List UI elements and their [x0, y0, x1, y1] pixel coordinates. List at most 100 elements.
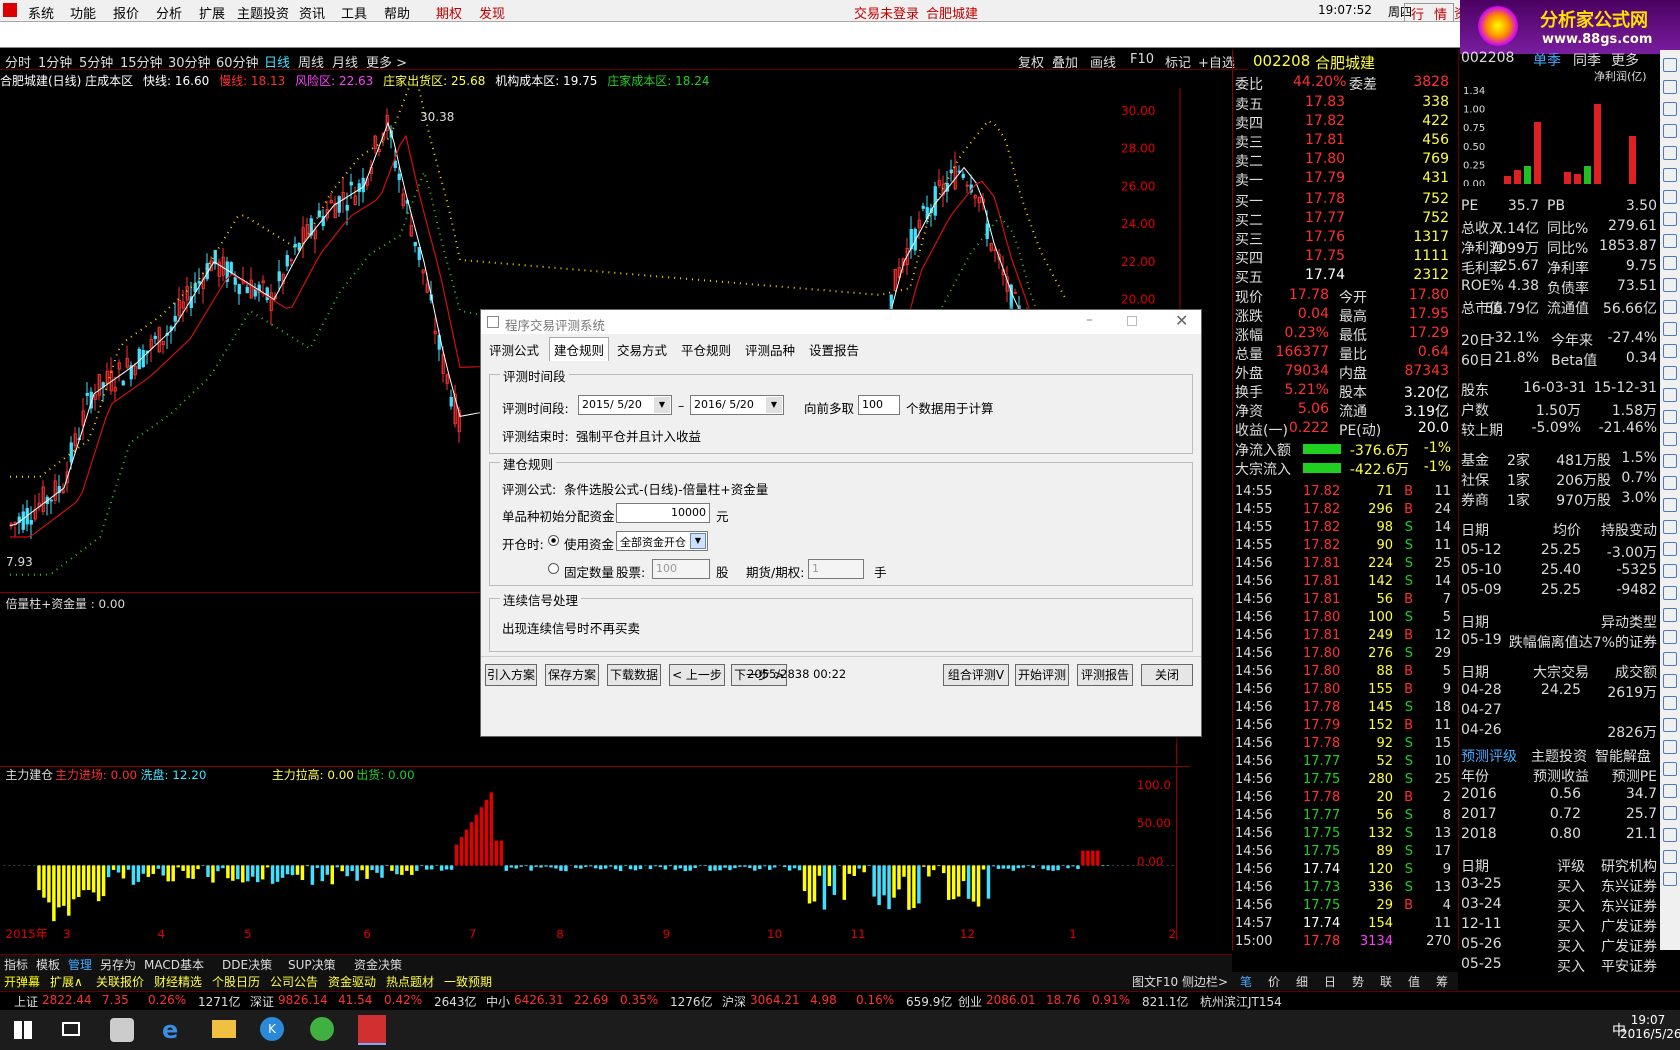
- sidebar-tool-icon[interactable]: [1663, 850, 1677, 864]
- dialog-tab-2[interactable]: 交易方式: [613, 340, 671, 359]
- menu-analysis[interactable]: 分析: [156, 3, 182, 22]
- fin-tab[interactable]: 更多: [1611, 50, 1639, 70]
- indicator-tab[interactable]: 管理: [68, 956, 92, 973]
- f10-tab[interactable]: 图文F10: [1132, 973, 1178, 990]
- dialog-tab-4[interactable]: 评测品种: [741, 340, 799, 359]
- task-view-icon[interactable]: [62, 1022, 80, 1036]
- app-icon[interactable]: [3, 3, 17, 17]
- sidebar-tool-icon[interactable]: [1663, 828, 1677, 842]
- k-app-icon[interactable]: K: [260, 1017, 284, 1041]
- browser-icon[interactable]: [310, 1017, 334, 1041]
- dialog-tab-0[interactable]: 评测公式: [485, 340, 543, 359]
- menu-news[interactable]: 资讯: [299, 3, 325, 22]
- dialog-titlebar[interactable]: 程序交易评测系统 – ✕: [481, 310, 1201, 334]
- right-tab[interactable]: 价: [1268, 973, 1280, 990]
- sidebar-tool-icon[interactable]: [1663, 102, 1677, 116]
- fixed-qty-radio[interactable]: [548, 563, 559, 574]
- sidebar-tool-icon[interactable]: [1663, 872, 1677, 886]
- maximize-icon[interactable]: [1127, 316, 1137, 326]
- sidebar-tool-icon[interactable]: [1663, 168, 1677, 182]
- side-toolbar[interactable]: [1660, 50, 1680, 950]
- sidebar-tool-icon[interactable]: [1663, 806, 1677, 820]
- index-name[interactable]: 上证: [14, 993, 38, 1010]
- fin-tab[interactable]: 单季: [1533, 50, 1561, 70]
- right-tab[interactable]: 筹: [1436, 973, 1448, 990]
- period-tab[interactable]: 5分钟: [79, 52, 113, 71]
- period-tab[interactable]: 1分钟: [38, 52, 72, 71]
- close-icon[interactable]: ✕: [1175, 311, 1188, 330]
- file-explorer-icon[interactable]: [212, 1020, 236, 1038]
- sidebar-tool-icon[interactable]: [1663, 300, 1677, 314]
- sidebar-tool-icon[interactable]: [1663, 476, 1677, 490]
- stock-qty-input[interactable]: 100: [652, 559, 710, 579]
- indicator-tab[interactable]: 另存为: [100, 956, 136, 973]
- sidebar-tool-icon[interactable]: [1663, 322, 1677, 336]
- sidebar-tool-icon[interactable]: [1663, 212, 1677, 226]
- index-name[interactable]: 沪深: [722, 993, 746, 1010]
- dropdown-arrow-icon[interactable]: ▼: [766, 397, 782, 413]
- sidebar-tool-icon[interactable]: [1663, 542, 1677, 556]
- sidebar-tool-icon[interactable]: [1663, 608, 1677, 622]
- menu-options[interactable]: 期权: [436, 3, 462, 22]
- use-funds-radio[interactable]: [548, 535, 559, 546]
- tool-mark[interactable]: 标记: [1165, 52, 1191, 71]
- menu-help[interactable]: 帮助: [384, 3, 410, 22]
- menu-function[interactable]: 功能: [70, 3, 96, 22]
- indicator-tab[interactable]: 指标: [4, 956, 28, 973]
- period-tab[interactable]: 分时: [5, 52, 31, 71]
- function-tab[interactable]: 资金驱动: [328, 973, 376, 990]
- right-tab[interactable]: 日: [1324, 973, 1336, 990]
- fin-cell[interactable]: 智能解盘: [1595, 746, 1651, 766]
- main-force-subchart[interactable]: 主力建仓 主力进场: 0.00 洗盘: 12.20 主力拉高: 0.00 出货:…: [0, 766, 1190, 940]
- menu-tools[interactable]: 工具: [341, 3, 367, 22]
- sidebar-tool-icon[interactable]: [1663, 718, 1677, 732]
- fin-tab[interactable]: 同季: [1573, 50, 1601, 70]
- indicator-tab[interactable]: 资金决策: [354, 956, 402, 973]
- quote-button[interactable]: 行情: [1404, 3, 1455, 24]
- sidebar-tool-icon[interactable]: [1663, 234, 1677, 248]
- end-date-picker[interactable]: 2016/ 5/20 ▼: [690, 395, 784, 415]
- sidebar-tool-icon[interactable]: [1663, 388, 1677, 402]
- function-tab[interactable]: 热点题材: [386, 973, 434, 990]
- right-tab[interactable]: 笔: [1240, 973, 1252, 990]
- futures-qty-input[interactable]: 1: [808, 559, 864, 579]
- sidebar-tool-icon[interactable]: [1663, 630, 1677, 644]
- tool-fuquan[interactable]: 复权: [1018, 52, 1044, 71]
- sidebar-tool-icon[interactable]: [1663, 652, 1677, 666]
- sidebar-tool-icon[interactable]: [1663, 586, 1677, 600]
- indicator-tab[interactable]: MACD基本: [144, 956, 204, 973]
- period-tab[interactable]: 月线: [332, 52, 358, 71]
- menu-discover[interactable]: 发现: [479, 3, 505, 22]
- sidebar-tool-icon[interactable]: [1663, 498, 1677, 512]
- dialog-tab-5[interactable]: 设置报告: [805, 340, 863, 359]
- period-tab[interactable]: 60分钟: [216, 52, 259, 71]
- sidebar-tool-icon[interactable]: [1663, 696, 1677, 710]
- sidebar-tool-icon[interactable]: [1663, 784, 1677, 798]
- sidebar-tool-icon[interactable]: [1663, 256, 1677, 270]
- index-name[interactable]: 创业: [958, 993, 982, 1010]
- sidebar-tool-icon[interactable]: [1663, 58, 1677, 72]
- dialog-button-5[interactable]: 组合评测V: [943, 664, 1009, 686]
- sidebar-tool-icon[interactable]: [1663, 432, 1677, 446]
- function-tab[interactable]: 开弹幕: [4, 973, 40, 990]
- period-tab[interactable]: 周线: [298, 52, 324, 71]
- sidebar-tool-icon[interactable]: [1663, 740, 1677, 754]
- sidebar-tool-icon[interactable]: [1663, 454, 1677, 468]
- sidebar-tool-icon[interactable]: [1663, 410, 1677, 424]
- tool-draw[interactable]: 画线: [1090, 52, 1116, 71]
- dialog-button-2[interactable]: 下载数据: [607, 664, 661, 686]
- sidebar-tool-icon[interactable]: [1663, 366, 1677, 380]
- command-bar[interactable]: [0, 22, 1460, 48]
- sidebar-toggle[interactable]: 侧边栏>: [1182, 973, 1228, 990]
- sidebar-tool-icon[interactable]: [1663, 124, 1677, 138]
- tool-overlay[interactable]: 叠加: [1052, 52, 1078, 71]
- tool-f10[interactable]: F10: [1130, 52, 1154, 67]
- sidebar-tool-icon[interactable]: [1663, 564, 1677, 578]
- dialog-button-3[interactable]: < 上一步: [669, 664, 725, 686]
- function-tab[interactable]: 财经精选: [154, 973, 202, 990]
- function-tab[interactable]: 一致预期: [444, 973, 492, 990]
- sidebar-tool-icon[interactable]: [1663, 762, 1677, 776]
- dialog-button-1[interactable]: 保存方案: [545, 664, 599, 686]
- sidebar-tool-icon[interactable]: [1663, 278, 1677, 292]
- right-tab[interactable]: 势: [1352, 973, 1364, 990]
